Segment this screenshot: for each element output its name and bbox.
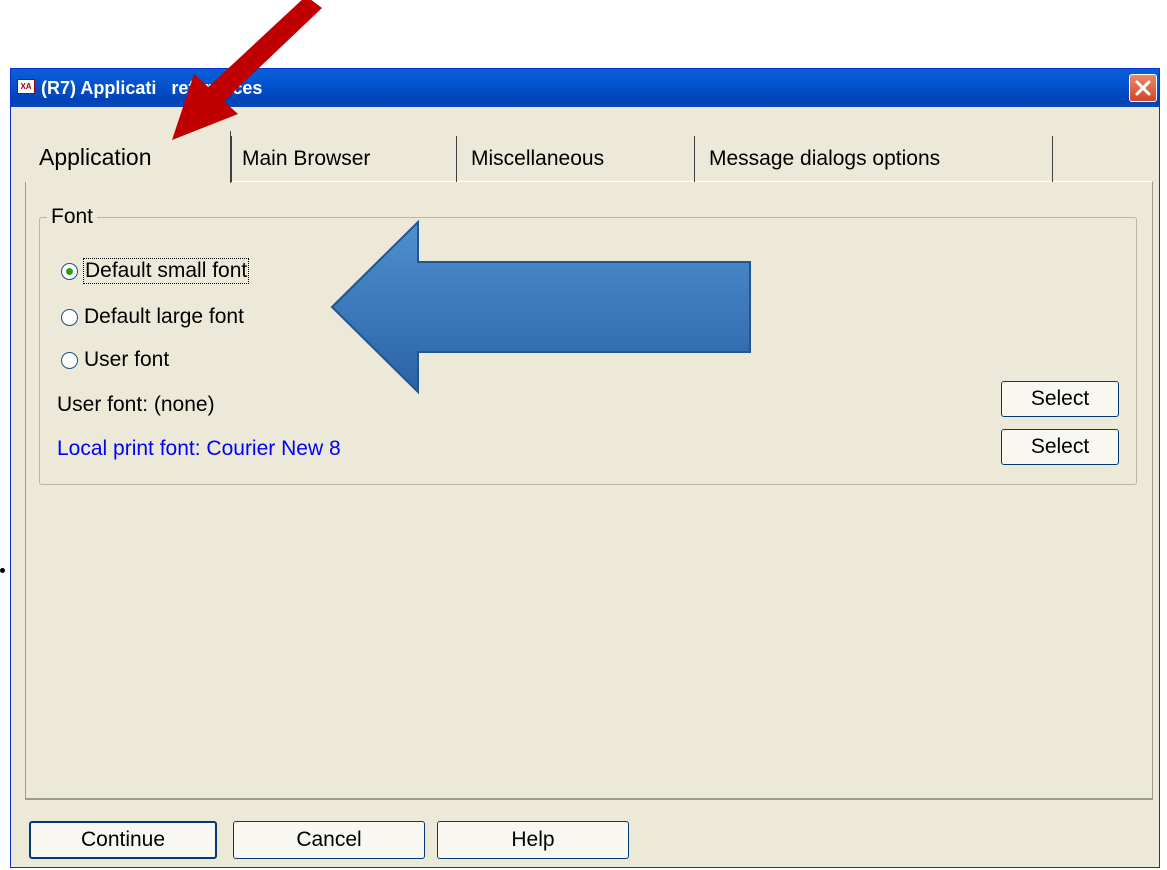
cancel-button[interactable]: Cancel (233, 821, 425, 859)
tab-label: Main Browser (242, 147, 371, 170)
radio-default-large-font[interactable]: Default large font (61, 303, 244, 331)
bullet-dot (0, 568, 5, 573)
tab-label: Miscellaneous (471, 147, 605, 170)
bottom-separator (25, 799, 1153, 800)
title-bar[interactable]: XA (R7) Applicati references (11, 69, 1159, 107)
continue-button[interactable]: Continue (29, 821, 217, 859)
preferences-dialog: XA (R7) Applicati references Application… (10, 68, 1160, 868)
app-icon: XA (17, 79, 35, 94)
tab-miscellaneous[interactable]: Miscellaneous (457, 136, 695, 182)
radio-label: User font (84, 348, 170, 371)
radio-label: Default small font (82, 258, 250, 284)
close-icon (1135, 80, 1151, 96)
window-title: (R7) Applicati references (41, 78, 263, 98)
app-icon-text: XA (20, 81, 32, 91)
tab-main-browser[interactable]: Main Browser (231, 136, 457, 182)
local-print-font-text: Local print font: Courier New 8 (57, 437, 341, 460)
tab-label: Application (39, 143, 152, 170)
tab-label: Message dialogs options (709, 147, 941, 170)
radio-user-font[interactable]: User font (61, 346, 169, 374)
select-user-font-button[interactable]: Select (1001, 381, 1119, 417)
user-font-text: User font: (none) (57, 393, 215, 416)
font-group-legend: Font (47, 205, 98, 229)
tab-application[interactable]: Application (27, 131, 231, 183)
radio-icon[interactable] (61, 351, 78, 369)
select-print-font-button[interactable]: Select (1001, 429, 1119, 465)
help-button[interactable]: Help (437, 821, 629, 859)
radio-selected-icon[interactable] (61, 262, 78, 280)
radio-label: Default large font (84, 305, 244, 328)
radio-default-small-font[interactable]: Default small font (61, 257, 250, 285)
tab-message-dialogs-options[interactable]: Message dialogs options (695, 136, 1053, 182)
radio-icon[interactable] (61, 308, 78, 326)
close-button[interactable] (1129, 74, 1157, 102)
